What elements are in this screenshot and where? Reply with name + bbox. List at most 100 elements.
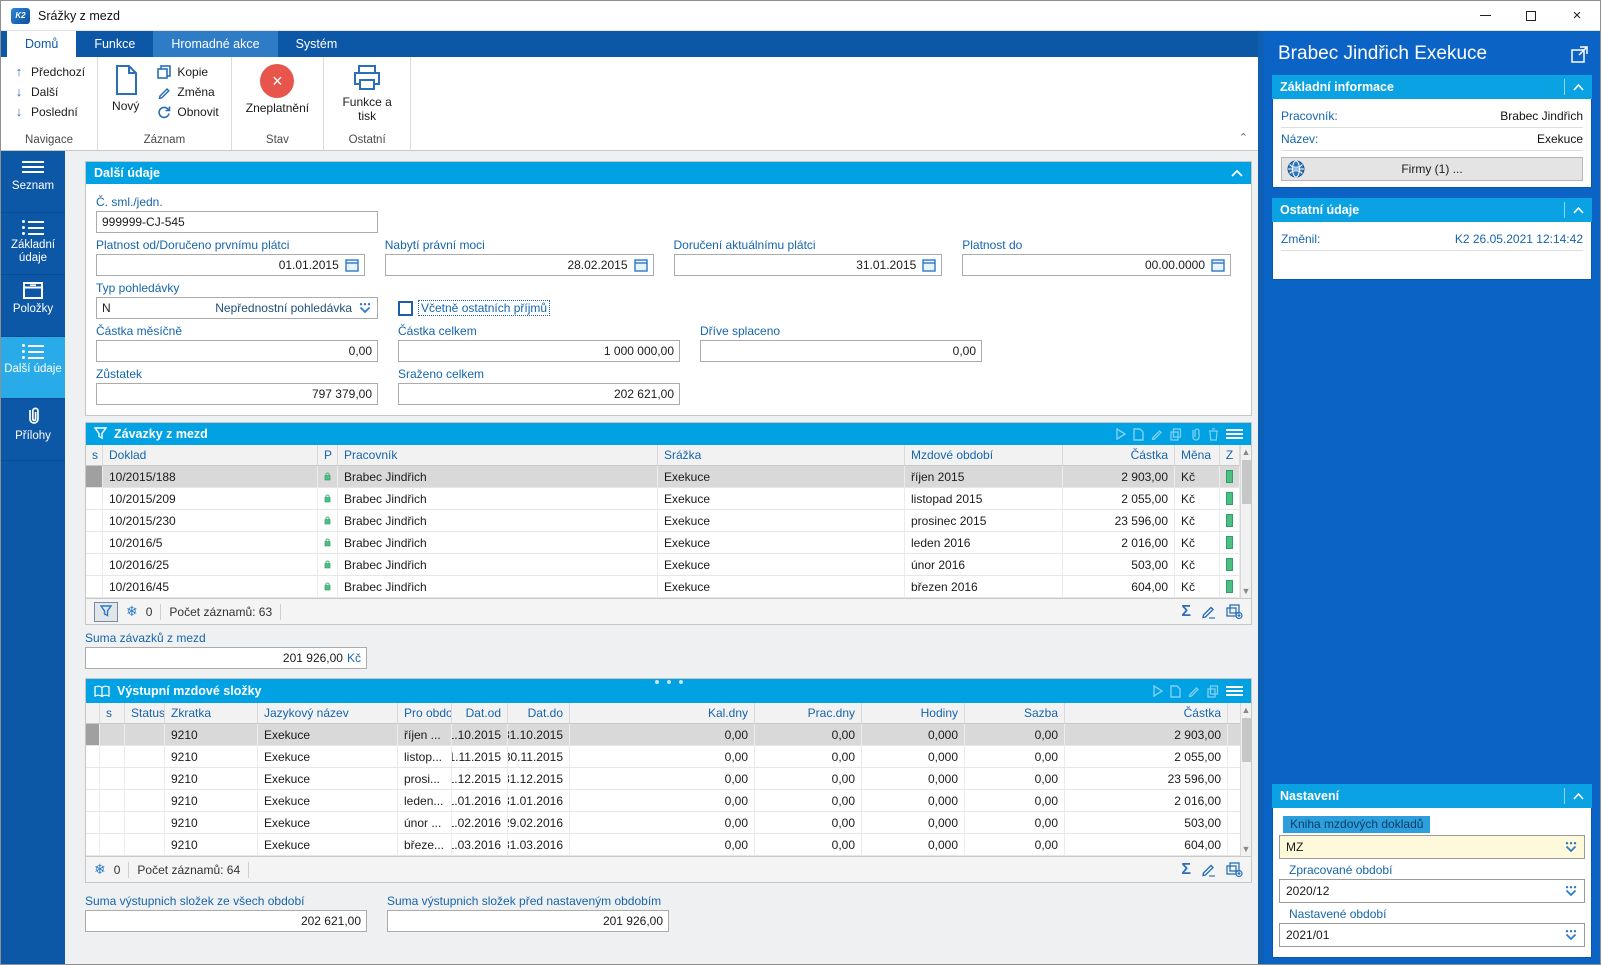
obnovit-button[interactable]: Obnovit xyxy=(151,104,224,120)
vcetne-checkbox-row[interactable]: Včetně ostatních příjmů xyxy=(398,297,549,319)
filter-toggle-button[interactable] xyxy=(94,602,118,622)
collapse-chevron-icon[interactable] xyxy=(1573,793,1584,800)
vystupni-scrollbar[interactable]: ▲ ▼ xyxy=(1240,703,1251,856)
col-castka[interactable]: Částka xyxy=(1065,703,1228,724)
col-pro-obdobi[interactable]: Pro obdo xyxy=(398,703,452,724)
new-icon[interactable] xyxy=(1170,685,1181,698)
sidebar-item-seznam[interactable]: Seznam xyxy=(1,151,65,213)
sidebar-item-dalsi-udaje[interactable]: Další údaje xyxy=(1,337,65,399)
calendar-icon[interactable] xyxy=(634,258,648,272)
cislo-field[interactable]: 999999-CJ-545 xyxy=(96,211,378,233)
tab-funkce[interactable]: Funkce xyxy=(76,31,153,57)
scroll-thumb[interactable] xyxy=(1242,718,1251,762)
nastavene-field[interactable]: 2021/01 xyxy=(1279,923,1585,947)
new-icon[interactable] xyxy=(1133,428,1144,441)
col-castka[interactable]: Částka xyxy=(1063,445,1175,466)
zavazky-row[interactable]: 10/2015/209 Brabec JindřichExekucelistop… xyxy=(86,488,1240,510)
col-obdobi[interactable]: Mzdové období xyxy=(905,445,1063,466)
zustatek-field[interactable]: 797 379,00 xyxy=(96,383,378,405)
posledni-button[interactable]: ↓Poslední xyxy=(7,103,91,120)
firmy-button[interactable]: Firmy (1) ... xyxy=(1281,157,1583,181)
scroll-up-icon[interactable]: ▲ xyxy=(1241,703,1251,717)
zavazky-scrollbar[interactable]: ▲ ▼ xyxy=(1240,445,1251,598)
collapse-chevron-icon[interactable] xyxy=(1573,84,1584,91)
attachment-icon[interactable] xyxy=(1189,427,1201,441)
col-srazka[interactable]: Srážka xyxy=(658,445,905,466)
splitter-handle[interactable] xyxy=(655,680,683,684)
sidebar-item-prilohy[interactable]: Přílohy xyxy=(1,399,65,461)
zavazky-row[interactable]: 10/2016/5 Brabec JindřichExekuceleden 20… xyxy=(86,532,1240,554)
vystupni-row[interactable]: 9210Exekuceleden...01.01.201631.01.20160… xyxy=(86,790,1240,812)
scroll-up-icon[interactable]: ▲ xyxy=(1241,445,1251,459)
scroll-down-icon[interactable]: ▼ xyxy=(1241,584,1251,598)
vystupni-row[interactable]: 9210Exekuceprosi...01.12.201531.12.20150… xyxy=(86,768,1240,790)
table-menu-icon[interactable] xyxy=(1226,684,1243,698)
col-sazba[interactable]: Sazba xyxy=(965,703,1065,724)
frozen-icon[interactable]: ❄ xyxy=(126,603,138,620)
copy-add-icon[interactable] xyxy=(1226,604,1243,619)
tab-domu[interactable]: Domů xyxy=(7,31,76,57)
sidebar-item-zakladni-udaje[interactable]: Základní údaje xyxy=(1,213,65,275)
celkem-field[interactable]: 1 000 000,00 xyxy=(398,340,680,362)
funkce-a-tisk-button[interactable]: Funkce a tisk xyxy=(330,61,404,124)
zpracovane-field[interactable]: 2020/12 xyxy=(1279,879,1585,903)
vystupni-row[interactable]: 9210Exekucelistop...01.11.201530.11.2015… xyxy=(86,746,1240,768)
suma-zavazku-field[interactable]: 201 926,00 Kč xyxy=(85,647,367,669)
suma-pred-field[interactable]: 201 926,00 xyxy=(387,910,669,932)
sum-icon[interactable]: Σ xyxy=(1181,861,1191,879)
platnost-do-field[interactable]: 00.00.0000 xyxy=(962,254,1231,276)
kniha-field[interactable]: MZ xyxy=(1279,835,1585,859)
platnost-od-field[interactable]: 01.01.2015 xyxy=(96,254,365,276)
close-button[interactable]: × xyxy=(1554,1,1600,30)
nabyti-field[interactable]: 28.02.2015 xyxy=(385,254,654,276)
sum-icon[interactable]: Σ xyxy=(1181,603,1191,621)
minimize-button[interactable] xyxy=(1462,1,1508,30)
copy-icon[interactable] xyxy=(1170,428,1182,441)
col-mena[interactable]: Měna xyxy=(1175,445,1220,466)
drive-field[interactable]: 0,00 xyxy=(700,340,982,362)
dropdown-icon[interactable] xyxy=(1564,841,1578,853)
dropdown-icon[interactable] xyxy=(1564,885,1578,897)
col-dat-do[interactable]: Dat.do xyxy=(508,703,570,724)
ribbon-collapse-icon[interactable]: ⌃ xyxy=(1239,131,1248,144)
sidebar-item-polozky[interactable]: Položky xyxy=(1,275,65,337)
scroll-down-icon[interactable]: ▼ xyxy=(1241,842,1251,856)
doruceni-field[interactable]: 31.01.2015 xyxy=(674,254,943,276)
dropdown-icon[interactable] xyxy=(1564,929,1578,941)
tab-hromadne-akce[interactable]: Hromadné akce xyxy=(153,31,277,57)
col-z[interactable]: Z xyxy=(1220,445,1240,466)
col-zkratka[interactable]: Zkratka xyxy=(165,703,258,724)
zavazky-row[interactable]: 10/2016/25 Brabec JindřichExekuceúnor 20… xyxy=(86,554,1240,576)
col-status[interactable]: Status xyxy=(125,703,165,724)
col-pracovnik[interactable]: Pracovník xyxy=(338,445,658,466)
vystupni-row[interactable]: 9210Exekucebřeze...01.03.201631.03.20160… xyxy=(86,834,1240,856)
predchozi-button[interactable]: ↑Předchozí xyxy=(7,63,91,80)
table-menu-icon[interactable] xyxy=(1226,427,1243,441)
collapse-chevron-icon[interactable] xyxy=(1573,207,1584,214)
dalsi-button[interactable]: ↓Další xyxy=(7,83,91,100)
edit-icon[interactable] xyxy=(1201,862,1216,877)
tab-system[interactable]: Systém xyxy=(278,31,356,57)
scroll-thumb[interactable] xyxy=(1242,460,1251,504)
calendar-icon[interactable] xyxy=(345,258,359,272)
kopie-button[interactable]: Kopie xyxy=(151,64,224,80)
zneplatneni-button[interactable]: × Zneplatnění xyxy=(238,61,317,115)
col-dat-od[interactable]: Dat.od xyxy=(452,703,508,724)
edit-icon[interactable] xyxy=(1151,428,1163,440)
zavazky-row[interactable]: 10/2015/230 Brabec JindřichExekuceprosin… xyxy=(86,510,1240,532)
col-doklad[interactable]: Doklad xyxy=(103,445,318,466)
col-p[interactable]: P xyxy=(318,445,338,466)
calendar-icon[interactable] xyxy=(1211,258,1225,272)
srazeno-field[interactable]: 202 621,00 xyxy=(398,383,680,405)
run-icon[interactable] xyxy=(1152,685,1163,697)
checkbox-icon[interactable] xyxy=(398,301,413,316)
open-external-icon[interactable] xyxy=(1571,46,1588,63)
vystupni-row[interactable]: 9210Exekuceříjen ...01.10.201531.10.2015… xyxy=(86,724,1240,746)
edit-icon[interactable] xyxy=(1188,685,1200,697)
calendar-icon[interactable] xyxy=(922,258,936,272)
typ-field[interactable]: N Nepřednostní pohledávka xyxy=(96,297,378,319)
zavazky-row[interactable]: 10/2015/188 Brabec JindřichExekuceříjen … xyxy=(86,466,1240,488)
novy-button[interactable]: Nový xyxy=(104,61,147,120)
col-hodiny[interactable]: Hodiny xyxy=(862,703,965,724)
col-s[interactable]: s xyxy=(86,445,103,466)
